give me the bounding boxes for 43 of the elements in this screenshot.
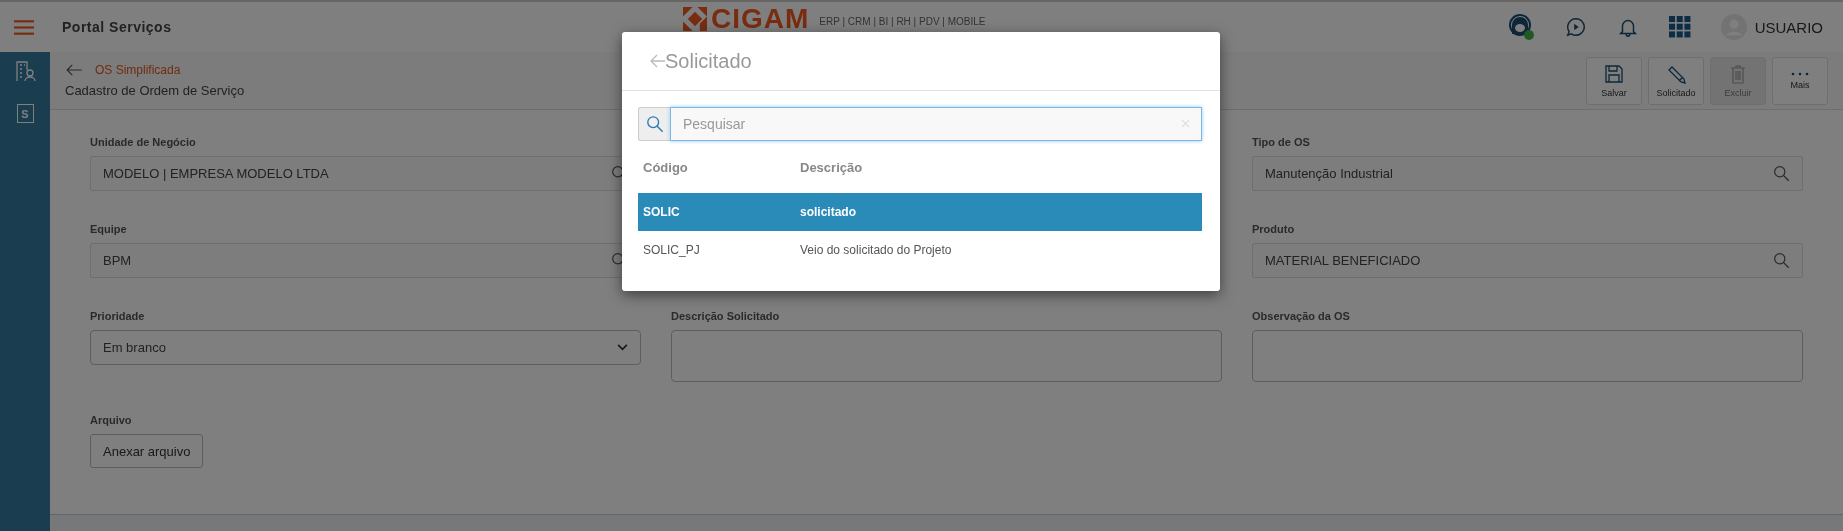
app-title: Portal Serviços [62,19,172,35]
toolbar-button[interactable]: Salvar [1586,56,1642,105]
field-label: Unidade de Negócio [90,136,197,148]
table-cell-text: SOLIC [643,205,681,219]
page-title: Cadastro de Ordem de Serviço [65,83,245,98]
play-chat-icon[interactable] [1564,16,1587,38]
field-label: Tipo de OS [1252,136,1311,148]
field-label: Observação da OS [1252,310,1351,322]
chevron-down-icon [617,344,628,351]
column-header: Código [643,159,689,175]
toolbar-button[interactable]: Solicitado [1648,56,1704,105]
table-cell-text: SOLIC_PJ [643,243,701,257]
breadcrumb-link[interactable]: OS Simplificada [95,63,181,77]
back-arrow-icon[interactable] [65,64,83,76]
table-row[interactable]: SOLIC solicitado [638,193,1202,231]
logo-mark-icon [683,7,707,31]
lookup-field[interactable]: MATERIAL BENEFICIADO [1252,243,1803,278]
field-label: Arquivo [90,414,133,426]
menu-icon[interactable] [14,19,34,35]
trash-icon [1728,63,1748,84]
table-cell: solicitado [800,205,856,219]
dialog-title: Solicitado [665,49,752,73]
field-label: Descrição Solicitado [671,310,781,322]
support-agent-icon[interactable] [1506,13,1535,41]
select-field[interactable]: Em branco [90,330,641,365]
toolbar-button[interactable]: Mais [1772,56,1828,105]
field-label: Equipe [90,223,128,235]
field-label: Prioridade [90,310,146,322]
back-arrow-icon[interactable] [649,54,665,68]
search-field[interactable]: Pesquisar [670,107,1202,141]
building-person-icon[interactable] [14,60,36,82]
attach-file-button[interactable]: Anexar arquivo [90,434,204,468]
more-dots-icon [1790,71,1810,76]
logo-tagline: ERP | CRM | BI | RH | PDV | MOBILE [819,15,986,27]
table-row[interactable]: SOLIC_PJ Veio do solicitado do Projeto [638,231,1202,269]
table-cell: Veio do solicitado do Projeto [800,243,952,257]
apps-grid-icon[interactable] [1668,16,1691,38]
column-header: Descrição [800,159,863,175]
field-label: Produto [1252,223,1296,235]
lookup-field[interactable]: Manutenção Industrial [1252,156,1803,191]
logo-text: CIGAM [711,5,810,33]
user-name[interactable]: USUARIO [1754,18,1823,36]
sidebar-item[interactable]: S [16,104,34,123]
